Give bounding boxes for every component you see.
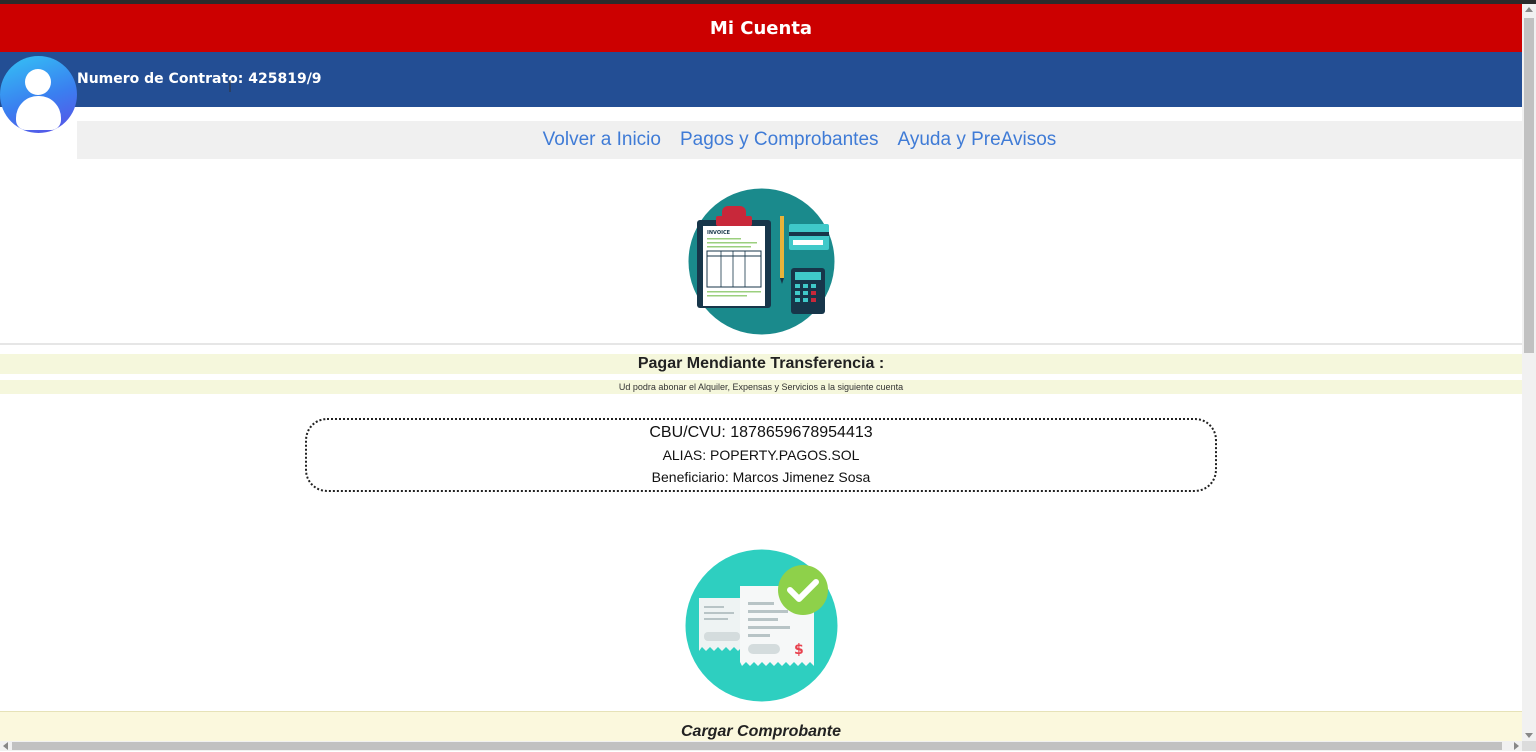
- scroll-up-arrow-icon[interactable]: [1525, 7, 1533, 12]
- dollar-sign: $: [794, 642, 804, 658]
- scrollbar-corner: [1522, 741, 1536, 751]
- cbu-value: CBU/CVU: 1878659678954413: [649, 424, 873, 441]
- nav-link-pagos-comprobantes[interactable]: Pagos y Comprobantes: [680, 129, 879, 151]
- beneficiary-value: Beneficiario: Marcos Jimenez Sosa: [651, 469, 871, 485]
- page-title: Mi Cuenta: [709, 17, 813, 39]
- title-bar: Mi Cuenta: [0, 4, 1522, 52]
- invoice-text: INVOICE: [707, 230, 731, 236]
- transfer-subtitle: Ud podra abonar el Alquiler, Expensas y …: [0, 380, 1522, 394]
- section-divider: [0, 343, 1522, 345]
- nav-link-volver-inicio[interactable]: Volver a Inicio: [543, 129, 661, 151]
- contract-number: Numero de Contrato: 425819/9: [77, 71, 322, 87]
- upload-receipt-section[interactable]: Cargar Comprobante: [0, 711, 1522, 742]
- scroll-right-arrow-icon[interactable]: [1514, 742, 1519, 750]
- scroll-left-arrow-icon[interactable]: [3, 742, 8, 750]
- transfer-title: Pagar Mendiante Transferencia :: [0, 354, 1522, 374]
- nav-link-ayuda-preavisos[interactable]: Ayuda y PreAvisos: [898, 129, 1057, 151]
- vertical-scrollbar[interactable]: [1522, 4, 1536, 741]
- avatar-body: [16, 96, 61, 130]
- horizontal-scrollbar[interactable]: [0, 741, 1522, 751]
- text-cursor-icon: [229, 80, 231, 92]
- main-nav: Volver a Inicio Pagos y Comprobantes Ayu…: [77, 121, 1522, 159]
- upload-receipt-title: Cargar Comprobante: [680, 723, 842, 740]
- avatar-head: [25, 69, 51, 95]
- receipt-check-icon: $: [685, 549, 838, 702]
- bank-details-box: CBU/CVU: 1878659678954413 ALIAS: POPERTY…: [305, 418, 1217, 492]
- horizontal-scrollbar-thumb[interactable]: [12, 742, 1502, 750]
- scroll-down-arrow-icon[interactable]: [1525, 733, 1533, 738]
- vertical-scrollbar-thumb[interactable]: [1524, 18, 1534, 353]
- alias-value: ALIAS: POPERTY.PAGOS.SOL: [662, 447, 860, 463]
- avatar[interactable]: [0, 56, 77, 133]
- invoice-illustration-icon: INVOICE: [688, 188, 835, 335]
